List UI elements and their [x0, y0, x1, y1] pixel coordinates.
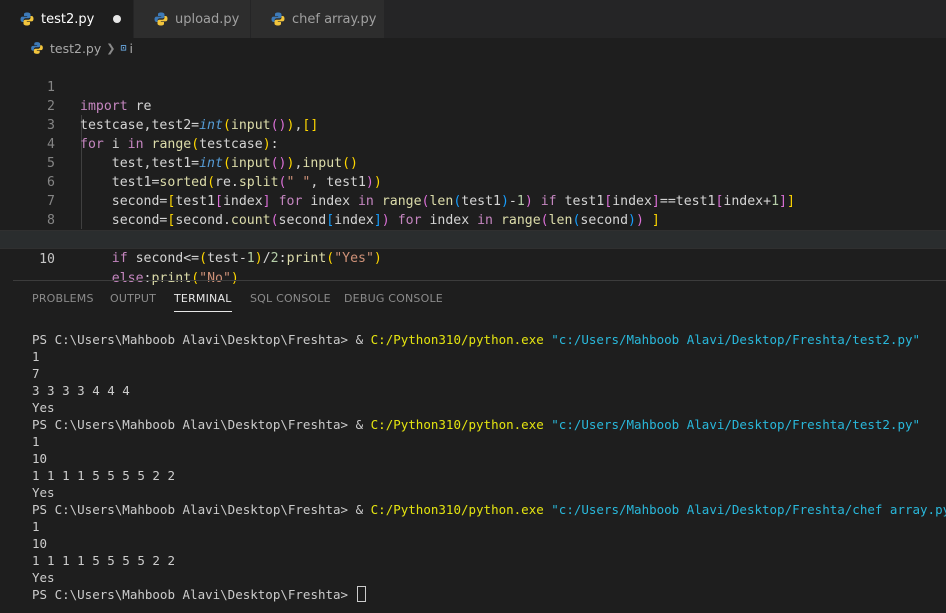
terminal-command-line: PS C:\Users\Mahboob Alavi\Desktop\Fresht…	[32, 417, 921, 432]
line-number: 10	[39, 252, 55, 267]
tab-terminal[interactable]: TERMINAL	[174, 292, 232, 312]
python-file-icon	[271, 12, 285, 26]
code-text: if second<=(test-1)/2:print("Yes")	[111, 251, 382, 266]
terminal-command-line: PS C:\Users\Mahboob Alavi\Desktop\Fresht…	[32, 502, 946, 517]
terminal-cursor	[356, 586, 366, 602]
tab-problems[interactable]: PROBLEMS	[32, 292, 94, 305]
code-line[interactable]: 5 test1=sorted(re.split(" ", test1))	[0, 135, 946, 190]
breadcrumb: test2.py ❯ ⊡ i	[0, 38, 946, 58]
variable-symbol-icon: ⊡	[120, 42, 127, 54]
terminal-output-line: 1	[32, 434, 40, 449]
terminal-output-line: 1	[32, 519, 40, 534]
terminal-output-line: 1 1 1 1 5 5 5 5 2 2	[32, 468, 175, 483]
terminal-output-line: Yes	[32, 485, 55, 500]
tab-label: chef array.py	[292, 11, 377, 27]
terminal-output-line: 10	[32, 451, 48, 466]
terminal[interactable]: PS C:\Users\Mahboob Alavi\Desktop\Fresht…	[32, 331, 946, 603]
tab-upload-py[interactable]: upload.py	[134, 0, 251, 38]
python-file-icon	[20, 12, 34, 26]
python-file-icon	[154, 12, 168, 26]
breadcrumb-symbol[interactable]: i	[130, 41, 133, 56]
tab-label: upload.py	[175, 11, 240, 27]
code-line[interactable]: 4 test,test1=int(input()),input()	[0, 116, 946, 171]
terminal-input-line[interactable]: PS C:\Users\Mahboob Alavi\Desktop\Fresht…	[32, 586, 946, 603]
terminal-output-line: 1 1 1 1 5 5 5 5 2 2	[32, 553, 175, 568]
tab-output[interactable]: OUTPUT	[110, 292, 156, 305]
code-line[interactable]: 2 testcase,test2=int(input()),[]	[0, 78, 946, 133]
tab-chef-array-py[interactable]: chef array.py	[251, 0, 385, 38]
chevron-right-icon: ❯	[106, 41, 116, 55]
terminal-output-line: 10	[32, 536, 48, 551]
code-editor[interactable]: 1 import re 2 testcase,test2=int(input()…	[0, 58, 946, 286]
code-text: else:print("No")	[111, 271, 239, 286]
breadcrumb-file[interactable]: test2.py	[50, 41, 101, 56]
terminal-output-line: 3 3 3 3 4 4 4	[32, 383, 130, 398]
python-file-icon	[31, 42, 44, 55]
tab-sql-console[interactable]: SQL CONSOLE	[250, 292, 331, 305]
tab-debug-console[interactable]: DEBUG CONSOLE	[344, 292, 443, 305]
panel-tab-bar: PROBLEMS OUTPUT TERMINAL SQL CONSOLE DEB…	[0, 288, 946, 312]
terminal-command-line: PS C:\Users\Mahboob Alavi\Desktop\Fresht…	[32, 332, 921, 347]
tab-test2-py[interactable]: test2.py	[0, 0, 134, 38]
terminal-output-line: 7	[32, 366, 40, 381]
code-line-current[interactable]: 10 else:print("No")	[0, 230, 946, 286]
code-line[interactable]: 1 import re	[0, 59, 946, 114]
code-line[interactable]: 8 second=max(second)	[0, 192, 946, 247]
code-line[interactable]: 9 if second<=(test-1)/2:print("Yes")	[0, 211, 946, 266]
terminal-output-line: 1	[32, 349, 40, 364]
code-line[interactable]: 3 for i in range(testcase):	[0, 97, 946, 152]
terminal-output-line: Yes	[32, 400, 55, 415]
unsaved-dot-icon[interactable]	[113, 15, 121, 23]
code-line[interactable]: 7 second=[second.count(second[index]) fo…	[0, 173, 946, 228]
editor-tab-bar: test2.py upload.py chef array.py	[0, 0, 946, 38]
panel-divider[interactable]	[13, 280, 946, 281]
terminal-output-line: Yes	[32, 570, 55, 585]
tab-label: test2.py	[41, 11, 95, 27]
code-line[interactable]: 6 second=[test1[index] for index in rang…	[0, 154, 946, 209]
